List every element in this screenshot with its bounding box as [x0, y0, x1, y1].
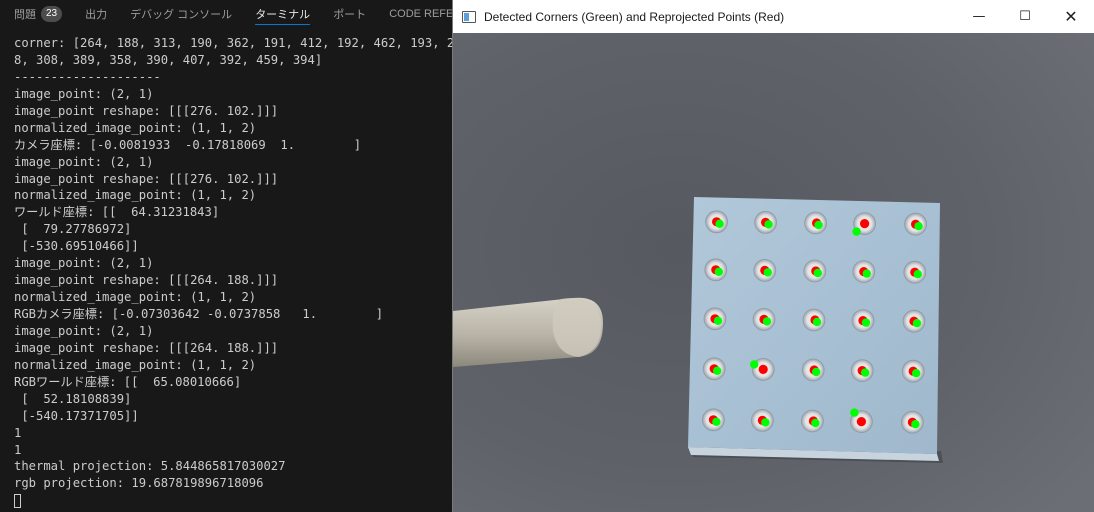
- panel-tab-label: デバッグ コンソール: [130, 9, 233, 21]
- terminal-line: カメラ座標: [-0.0081933 -0.17818069 1. ]: [14, 137, 362, 152]
- opencv-image-window[interactable]: Detected Corners (Green) and Reprojected…: [452, 0, 1094, 512]
- terminal-line: image_point: (2, 1): [14, 256, 154, 271]
- detected-corner-point: [913, 270, 922, 279]
- terminal-cursor: [14, 493, 21, 508]
- terminal-line: corner: [264, 188, 313, 190, 362, 191, 4…: [14, 36, 452, 50]
- detected-corner-point: [861, 368, 870, 377]
- detected-corner-point: [762, 317, 772, 326]
- window-app-icon: [462, 10, 476, 23]
- terminal-line: thermal projection: 5.844865817030027: [14, 459, 286, 474]
- terminal-line: image_point reshape: [[[264. 188.]]]: [14, 273, 279, 288]
- detected-corner-point: [713, 316, 723, 325]
- detected-corner-point: [813, 268, 822, 278]
- terminal-line: image_point reshape: [[[276. 102.]]]: [14, 171, 279, 186]
- terminal-line: normalized_image_point: (1, 1, 2): [14, 188, 257, 203]
- terminal-line: image_point reshape: [[[264. 188.]]]: [14, 340, 279, 355]
- panel-tab-0[interactable]: 問題 23: [14, 0, 63, 28]
- problems-count-badge: 23: [41, 6, 63, 22]
- terminal-line: 1: [14, 425, 22, 440]
- terminal-line: normalized_image_point: (1, 1, 2): [14, 120, 257, 135]
- terminal-line: normalized_image_point: (1, 1, 2): [14, 357, 257, 372]
- detected-corner-point: [911, 420, 920, 429]
- panel-tab-4[interactable]: ポート: [333, 0, 366, 28]
- detected-corner-point: [763, 268, 772, 277]
- terminal-line: image_point reshape: [[[276. 102.]]]: [14, 103, 279, 118]
- panel-tab-label: ターミナル: [255, 9, 311, 21]
- detected-corner-point: [761, 418, 770, 427]
- panel-tab-3[interactable]: ターミナル: [255, 0, 311, 28]
- terminal-line: 1: [14, 442, 22, 457]
- detected-corner-point: [713, 366, 722, 375]
- detected-corner-point: [852, 227, 861, 236]
- terminal-line: image_point: (2, 1): [14, 154, 154, 169]
- calibration-scene: [453, 33, 1094, 512]
- panel-tab-label: ポート: [333, 9, 367, 21]
- terminal-line: 8, 308, 389, 358, 390, 407, 392, 459, 39…: [14, 52, 323, 67]
- panel-tab-2[interactable]: デバッグ コンソール: [130, 0, 232, 28]
- terminal-line: ワールド座標: [[ 64.31231843]: [14, 205, 220, 220]
- terminal-line: rgb projection: 19.687819896718096: [14, 476, 264, 491]
- maximize-button[interactable]: ☐: [1002, 0, 1048, 33]
- detected-corner-point: [861, 318, 871, 327]
- terminal-output[interactable]: corner: [264, 188, 313, 190, 362, 191, 4…: [0, 35, 452, 512]
- reprojected-point: [856, 417, 866, 427]
- window-titlebar[interactable]: Detected Corners (Green) and Reprojected…: [453, 0, 1094, 33]
- panel-tab-label: 問題: [14, 9, 36, 21]
- reprojected-point: [758, 364, 768, 374]
- minimize-button[interactable]: —: [956, 0, 1002, 33]
- detected-corner-point: [764, 220, 773, 229]
- panel-tab-label: 出力: [85, 9, 108, 21]
- terminal-line: image_point: (2, 1): [14, 86, 154, 101]
- terminal-line: [-540.17371705]]: [14, 408, 139, 423]
- detected-corner-point: [715, 219, 724, 228]
- terminal-line: --------------------: [14, 69, 161, 84]
- terminal-line: image_point: (2, 1): [14, 323, 154, 338]
- detected-corner-point: [812, 367, 821, 377]
- panel-tab-1[interactable]: 出力: [85, 0, 107, 28]
- window-title: Detected Corners (Green) and Reprojected…: [484, 9, 785, 24]
- close-button[interactable]: ✕: [1048, 0, 1094, 33]
- detected-corner-point: [714, 267, 723, 276]
- terminal-line: RGBカメラ座標: [-0.07303642 -0.0737858 1. ]: [14, 307, 384, 321]
- terminal-line: [ 52.18108839]: [14, 391, 132, 406]
- reprojected-point: [860, 219, 870, 229]
- detected-corner-point: [912, 319, 922, 328]
- calibration-image: [453, 33, 1094, 512]
- detected-corner-point: [750, 360, 759, 369]
- detected-corner-point: [850, 408, 859, 417]
- terminal-line: [ 79.27786972]: [14, 222, 132, 237]
- terminal-line: normalized_image_point: (1, 1, 2): [14, 290, 257, 305]
- terminal-line: [-530.69510466]]: [14, 239, 139, 254]
- detected-corner-point: [812, 317, 822, 327]
- detected-corner-point: [862, 269, 871, 278]
- detected-corner-point: [811, 418, 820, 428]
- detected-corner-point: [914, 222, 923, 231]
- detected-corner-point: [712, 417, 721, 426]
- terminal-prompt-line: [0, 492, 452, 509]
- detected-corner-point: [912, 369, 921, 378]
- terminal-line: RGBワールド座標: [[ 65.08010666]: [14, 374, 242, 389]
- detected-corner-point: [814, 220, 823, 230]
